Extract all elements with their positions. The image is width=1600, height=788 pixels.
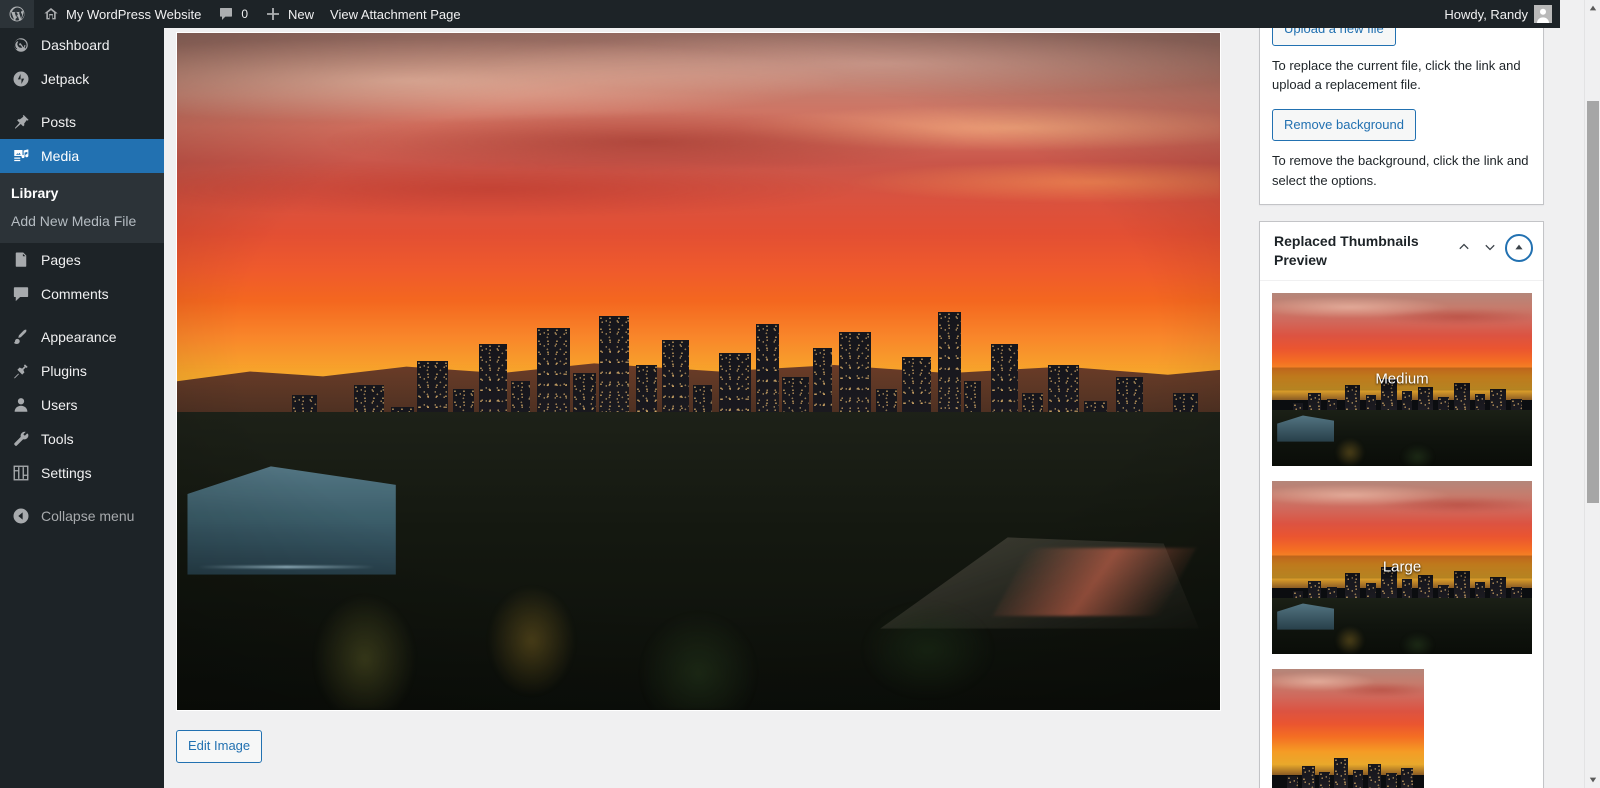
sidebar-item-label: Comments [41,286,109,302]
sidebar-item-media[interactable]: Media [0,139,172,173]
move-panel-up-button[interactable] [1453,237,1475,259]
replaced-thumbnails-preview-panel: Replaced Thumbnails Preview Medium Large [1259,221,1544,788]
sidebar-item-tools[interactable]: Tools [0,422,164,456]
sidebar-item-posts[interactable]: Posts [0,105,164,139]
menu-separator [0,96,164,105]
sidebar-item-label: Posts [41,114,77,130]
toggle-panel-button[interactable] [1505,234,1533,262]
menu-separator [0,311,164,320]
collapse-arrow-icon [11,506,31,526]
sidebar-item-label: Tools [41,431,74,447]
site-name-label: My WordPress Website [66,6,202,22]
collapse-menu-label: Collapse menu [41,508,135,524]
site-name-menu[interactable]: My WordPress Website [34,0,209,28]
thumbnail-size-label: Large [1272,555,1532,579]
sidebar-item-label: Settings [41,465,92,481]
new-content-menu[interactable]: New [256,0,322,28]
sidebar-item-label: Pages [41,252,81,268]
sidebar-item-dashboard[interactable]: Dashboard [0,28,164,62]
panel-header-actions [1453,232,1533,262]
comments-icon [11,284,31,304]
thumbnail-preview-thumbnail[interactable]: Thumbnail [1272,668,1424,788]
remove-background-hint-text: To remove the background, click the link… [1272,153,1529,188]
users-icon [11,395,31,415]
view-attachment-label: View Attachment Page [330,6,461,22]
wordpress-logo-icon [8,5,26,23]
scroll-down-arrow-icon[interactable] [1585,772,1600,788]
attachment-image-frame[interactable] [176,32,1221,711]
attachment-side-column: Upload a new file To replace the current… [1259,28,1544,788]
jetpack-icon [11,69,31,89]
scrollbar-thumb[interactable] [1587,101,1599,503]
admin-bar: My WordPress Website 0 New View Attachme… [0,0,1560,28]
sidebar-item-label: Media [41,148,80,164]
content-area: Edit Image Upload a new file To replace … [164,28,1560,788]
thumbnails-preview-body: Medium Large [1260,281,1543,788]
sidebar-item-label: Users [41,397,78,413]
sidebar-item-settings[interactable]: Settings [0,456,164,490]
appearance-brush-icon [11,327,31,347]
admin-sidebar-menu: Dashboard Jetpack Posts Media Library Ad… [0,28,172,788]
remove-background-button[interactable]: Remove background [1272,108,1416,141]
plus-icon [264,5,282,23]
sidebar-item-users[interactable]: Users [0,388,164,422]
menu-separator [0,490,164,499]
edit-image-row: Edit Image [176,730,1234,763]
upload-hint-text: To replace the current file, click the l… [1272,57,1521,93]
pages-icon [11,250,31,270]
chevron-up-icon [1457,240,1471,257]
sidebar-item-appearance[interactable]: Appearance [0,320,164,354]
sidebar-item-label: Appearance [41,329,117,345]
media-submenu: Library Add New Media File [0,173,164,243]
sidebar-item-label: Plugins [41,363,87,379]
file-actions-panel: Upload a new file To replace the current… [1259,28,1544,205]
avatar [1534,5,1552,23]
scroll-up-arrow-icon[interactable] [1585,0,1600,16]
thumbnail-image [1272,668,1424,788]
pin-icon [11,112,31,132]
thumbnail-preview-large[interactable]: Large [1272,480,1532,654]
howdy-label: Howdy, Randy [1444,6,1528,22]
view-attachment-page-link[interactable]: View Attachment Page [322,0,469,28]
toggle-panel-up-icon [1513,241,1525,256]
file-actions-panel-body: Upload a new file To replace the current… [1260,28,1543,204]
panel-header: Replaced Thumbnails Preview [1260,222,1543,281]
thumbnail-preview-medium[interactable]: Medium [1272,292,1532,466]
sidebar-item-label: Jetpack [41,71,90,87]
sidebar-item-plugins[interactable]: Plugins [0,354,164,388]
sidebar-item-pages[interactable]: Pages [0,243,164,277]
my-account-menu[interactable]: Howdy, Randy [1436,0,1560,28]
submenu-item-add-new-media-file[interactable]: Add New Media File [0,207,164,235]
plugins-plug-icon [11,361,31,381]
wp-logo-menu[interactable] [0,0,34,28]
dashboard-icon [11,35,31,55]
chevron-down-icon [1483,240,1497,257]
thumbnail-size-label: Medium [1272,367,1532,391]
tools-wrench-icon [11,429,31,449]
new-label: New [288,6,315,22]
settings-sliders-icon [11,463,31,483]
upload-new-file-button[interactable]: Upload a new file [1272,28,1396,46]
home-icon [42,5,60,23]
move-panel-down-button[interactable] [1479,237,1501,259]
sidebar-item-comments[interactable]: Comments [0,277,164,311]
comments-count: 0 [241,7,249,21]
sidebar-item-label: Dashboard [41,37,110,53]
collapse-menu-button[interactable]: Collapse menu [0,499,164,533]
sidebar-item-jetpack[interactable]: Jetpack [0,62,164,96]
submenu-item-library[interactable]: Library [0,179,164,207]
edit-image-button[interactable]: Edit Image [176,730,263,763]
comments-bubble[interactable]: 0 [209,0,256,28]
los-angeles-skyline-sunset-photo [177,33,1220,710]
page-scrollbar[interactable] [1584,0,1600,788]
attachment-main-column: Edit Image [176,28,1234,763]
media-icon [11,146,31,166]
comment-bubble-icon [217,5,235,23]
panel-title: Replaced Thumbnails Preview [1274,233,1419,268]
